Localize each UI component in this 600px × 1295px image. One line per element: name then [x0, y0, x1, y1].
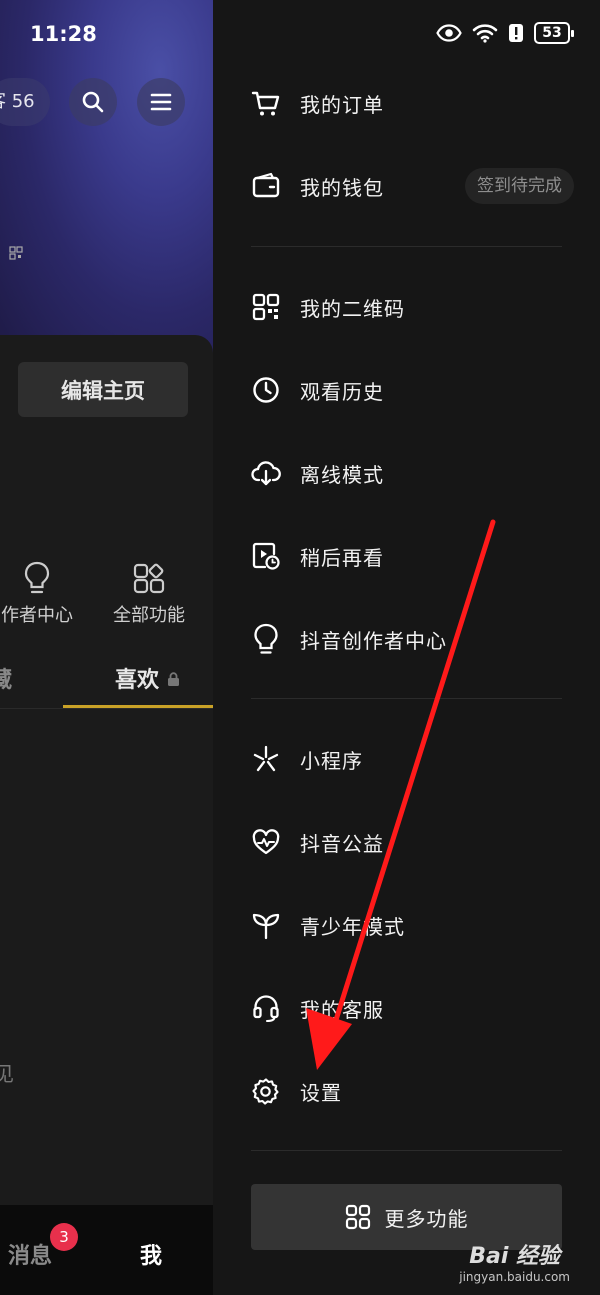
grid-icon — [345, 1204, 370, 1230]
watermark-url: jingyan.baidu.com — [459, 1270, 570, 1284]
watermark-logo-text: Bai 经验 — [469, 1244, 561, 1269]
cloud-download-icon — [251, 461, 281, 486]
menu-divider — [251, 246, 562, 247]
menu-label: 我的二维码 — [300, 296, 405, 321]
menu-label: 抖音公益 — [300, 831, 384, 856]
tab-likes[interactable]: 喜欢 — [115, 662, 180, 694]
nav-me[interactable]: 我 — [140, 1238, 162, 1270]
profile-content-card — [0, 335, 213, 1215]
status-icons: 53 — [436, 22, 574, 44]
creator-center-entry[interactable]: 作者中心 — [0, 555, 82, 627]
sprout-icon — [252, 913, 280, 940]
menu-label: 小程序 — [300, 748, 363, 773]
all-functions-entry[interactable]: 全部功能 — [104, 555, 194, 627]
mini-program-icon — [253, 745, 279, 772]
clock-icon — [253, 377, 279, 403]
bulb-icon — [24, 561, 50, 594]
grid-icon — [133, 563, 165, 594]
qr-code-icon[interactable] — [9, 246, 23, 260]
checkin-pending-badge[interactable]: 签到待完成 — [465, 168, 574, 204]
nav-messages[interactable]: 消息 — [8, 1238, 52, 1270]
messages-badge: 3 — [50, 1223, 78, 1251]
bottom-nav: 消息 3 我 — [0, 1205, 213, 1295]
charity-heart-icon — [252, 829, 280, 855]
menu-label: 我的订单 — [300, 92, 384, 117]
menu-item-mini-programs[interactable]: 小程序 — [213, 724, 600, 794]
menu-item-offline-mode[interactable]: 离线模式 — [213, 438, 600, 508]
menu-item-my-wallet[interactable]: 我的钱包 签到待完成 — [213, 151, 600, 221]
menu-item-youth-mode[interactable]: 青少年模式 — [213, 890, 600, 960]
qr-code-icon — [252, 293, 280, 321]
creator-center-label: 作者中心 — [1, 605, 73, 626]
menu-label: 青少年模式 — [300, 914, 405, 939]
cart-icon — [251, 91, 280, 116]
alert-icon — [509, 24, 523, 42]
eye-icon — [436, 24, 462, 42]
menu-label: 抖音创作者中心 — [300, 628, 447, 653]
menu-label: 设置 — [300, 1080, 342, 1105]
menu-item-charity[interactable]: 抖音公益 — [213, 807, 600, 877]
status-time: 11:28 — [30, 22, 97, 46]
menu-label: 我的客服 — [300, 997, 384, 1022]
menu-label: 稍后再看 — [300, 545, 384, 570]
edit-profile-button[interactable]: 编辑主页 — [18, 362, 188, 417]
tab-likes-label: 喜欢 — [115, 668, 160, 693]
menu-item-my-orders[interactable]: 我的订单 — [213, 68, 600, 138]
menu-item-customer-service[interactable]: 我的客服 — [213, 973, 600, 1043]
battery-indicator: 53 — [534, 22, 574, 44]
menu-item-my-qr-code[interactable]: 我的二维码 — [213, 272, 600, 342]
all-functions-label: 全部功能 — [113, 605, 185, 626]
wifi-icon — [472, 24, 498, 43]
tab-favorites[interactable]: 藏 — [0, 662, 12, 694]
menu-label: 观看历史 — [300, 379, 384, 404]
baidu-watermark: Bai 经验 jingyan.baidu.com — [459, 1238, 570, 1284]
empty-state-text: 见 — [0, 1062, 14, 1086]
menu-divider — [251, 698, 562, 699]
bulb-icon — [254, 623, 278, 654]
menu-divider — [251, 1150, 562, 1151]
wallet-icon — [252, 172, 280, 198]
tab-divider — [0, 708, 213, 709]
hamburger-menu-icon — [150, 93, 172, 111]
menu-label: 我的钱包 — [300, 175, 384, 200]
menu-item-settings[interactable]: 设置 — [213, 1056, 600, 1126]
side-drawer: 53 我的订单 我的钱包 签到待完成 我的二维码 观看历史 离线模式 稍后再看 … — [213, 0, 600, 1295]
lock-icon — [167, 672, 179, 686]
watch-later-icon — [252, 542, 280, 570]
menu-button[interactable] — [137, 78, 185, 126]
visitor-count-pill[interactable]: 客 56 — [0, 78, 50, 126]
menu-item-creator-center[interactable]: 抖音创作者中心 — [213, 604, 600, 674]
gear-icon — [252, 1078, 279, 1105]
headset-icon — [253, 995, 279, 1023]
search-button[interactable] — [69, 78, 117, 126]
profile-header-background — [0, 0, 213, 360]
menu-item-watch-history[interactable]: 观看历史 — [213, 355, 600, 425]
search-icon — [82, 91, 104, 113]
more-functions-label: 更多功能 — [384, 1206, 469, 1231]
menu-item-watch-later[interactable]: 稍后再看 — [213, 521, 600, 591]
profile-page-background: 11:28 客 56 编辑主页 作者中心 — [0, 0, 213, 1295]
menu-label: 离线模式 — [300, 462, 384, 487]
